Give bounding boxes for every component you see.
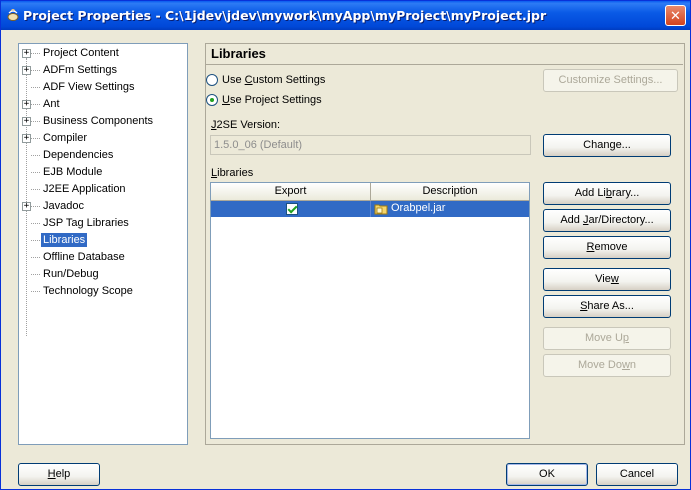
tree-item[interactable]: Offline Database: [19, 249, 187, 266]
close-button[interactable]: ✕: [665, 5, 686, 26]
navigation-tree[interactable]: + Project Content + ADFm Settings ADF View S…: [18, 43, 188, 445]
use-project-settings-label[interactable]: Use Project Settings: [222, 94, 322, 106]
ok-button[interactable]: OK: [506, 463, 588, 486]
remove-button[interactable]: Remove: [543, 236, 671, 259]
column-header-export[interactable]: Export: [211, 183, 371, 201]
tree-item[interactable]: EJB Module: [19, 164, 187, 181]
column-header-description[interactable]: Description: [371, 183, 529, 201]
project-properties-dialog: Project Properties - C:\1jdev\jdev\mywor…: [0, 0, 691, 490]
library-description: Orabpel.jar: [391, 202, 446, 214]
expand-plus-icon[interactable]: +: [22, 134, 31, 143]
tree-connector: [31, 87, 40, 88]
j2se-version-label: J2SE Version:: [211, 119, 281, 131]
add-library-button[interactable]: Add Library...: [543, 182, 671, 205]
expand-plus-icon[interactable]: +: [22, 66, 31, 75]
tree-connector: [31, 189, 40, 190]
tree-connector: [31, 104, 40, 105]
window-title: Project Properties - C:\1jdev\jdev\mywor…: [23, 8, 547, 23]
tree-item[interactable]: ADF View Settings: [19, 79, 187, 96]
tree-item[interactable]: + Business Components: [19, 113, 187, 130]
expand-plus-icon[interactable]: +: [22, 202, 31, 211]
add-jar-directory-button[interactable]: Add Jar/Directory...: [543, 209, 671, 232]
tree-connector: [31, 223, 40, 224]
tree-item[interactable]: JSP Tag Libraries: [19, 215, 187, 232]
tree-item-label: Compiler: [43, 132, 88, 144]
tree-item-label: Javadoc: [43, 200, 84, 212]
tree-connector: [31, 206, 40, 207]
tree-item-label: J2EE Application: [43, 183, 126, 195]
tree-connector: [31, 155, 40, 156]
tree-item-label: Run/Debug: [43, 268, 99, 280]
tree-item-label: Technology Scope: [43, 285, 133, 297]
tree-item[interactable]: + Compiler: [19, 130, 187, 147]
tree-item-label: JSP Tag Libraries: [43, 217, 129, 229]
tree-item[interactable]: Run/Debug: [19, 266, 187, 283]
customize-settings-button[interactable]: Customize Settings...: [543, 69, 678, 92]
tree-item-label: Dependencies: [43, 149, 114, 161]
tree-connector: [31, 172, 40, 173]
column-separator: [370, 201, 371, 217]
expand-plus-icon[interactable]: +: [22, 49, 31, 58]
libraries-label: Libraries: [211, 167, 254, 179]
use-project-settings-radio[interactable]: [206, 94, 218, 106]
expand-plus-icon[interactable]: +: [22, 100, 31, 109]
tree-item-label: ADF View Settings: [43, 81, 135, 93]
expand-plus-icon[interactable]: +: [22, 117, 31, 126]
tree-item-label: Ant: [43, 98, 60, 110]
tree-connector: [31, 257, 40, 258]
tree-connector: [31, 138, 40, 139]
tree-item-label: Offline Database: [43, 251, 125, 263]
page-title: Libraries: [211, 46, 266, 61]
cancel-button[interactable]: Cancel: [596, 463, 678, 486]
tree-connector: [31, 53, 40, 54]
change-button[interactable]: Change...: [543, 134, 671, 157]
tree-item[interactable]: Libraries: [19, 232, 187, 249]
use-custom-settings-radio[interactable]: [206, 74, 218, 86]
move-up-button[interactable]: Move Up: [543, 327, 671, 350]
libraries-table[interactable]: Export Description Orabpel.jar: [210, 182, 530, 439]
tree-item-label: ADFm Settings: [43, 64, 117, 76]
tree-connector: [31, 291, 40, 292]
tree-connector: [31, 240, 40, 241]
tree-connector: [31, 70, 40, 71]
tree-item-label: EJB Module: [43, 166, 103, 178]
tree-item[interactable]: Dependencies: [19, 147, 187, 164]
share-as-button[interactable]: Share As...: [543, 295, 671, 318]
view-button[interactable]: View: [543, 268, 671, 291]
jdeveloper-cup-icon: [7, 9, 19, 21]
use-custom-settings-label[interactable]: Use Custom Settings: [222, 74, 325, 86]
tree-item-label: Project Content: [43, 47, 119, 59]
jar-folder-icon: [374, 204, 388, 215]
help-button[interactable]: Help: [18, 463, 100, 486]
tree-item-label: Libraries: [41, 233, 88, 247]
j2se-version-field[interactable]: 1.5.0_06 (Default): [210, 135, 531, 155]
export-checkbox[interactable]: [286, 203, 298, 215]
tree-item[interactable]: + ADFm Settings: [19, 62, 187, 79]
tree-connector: [31, 274, 40, 275]
move-down-button[interactable]: Move Down: [543, 354, 671, 377]
tree-item[interactable]: J2EE Application: [19, 181, 187, 198]
tree-item[interactable]: + Project Content: [19, 45, 187, 62]
tree-connector: [31, 121, 40, 122]
tree-item[interactable]: + Ant: [19, 96, 187, 113]
heading-divider: [206, 64, 683, 65]
tree-item[interactable]: Technology Scope: [19, 283, 187, 300]
title-bar[interactable]: Project Properties - C:\1jdev\jdev\mywor…: [1, 1, 690, 30]
tree-item-label: Business Components: [43, 115, 154, 127]
tree-item[interactable]: + Javadoc: [19, 198, 187, 215]
